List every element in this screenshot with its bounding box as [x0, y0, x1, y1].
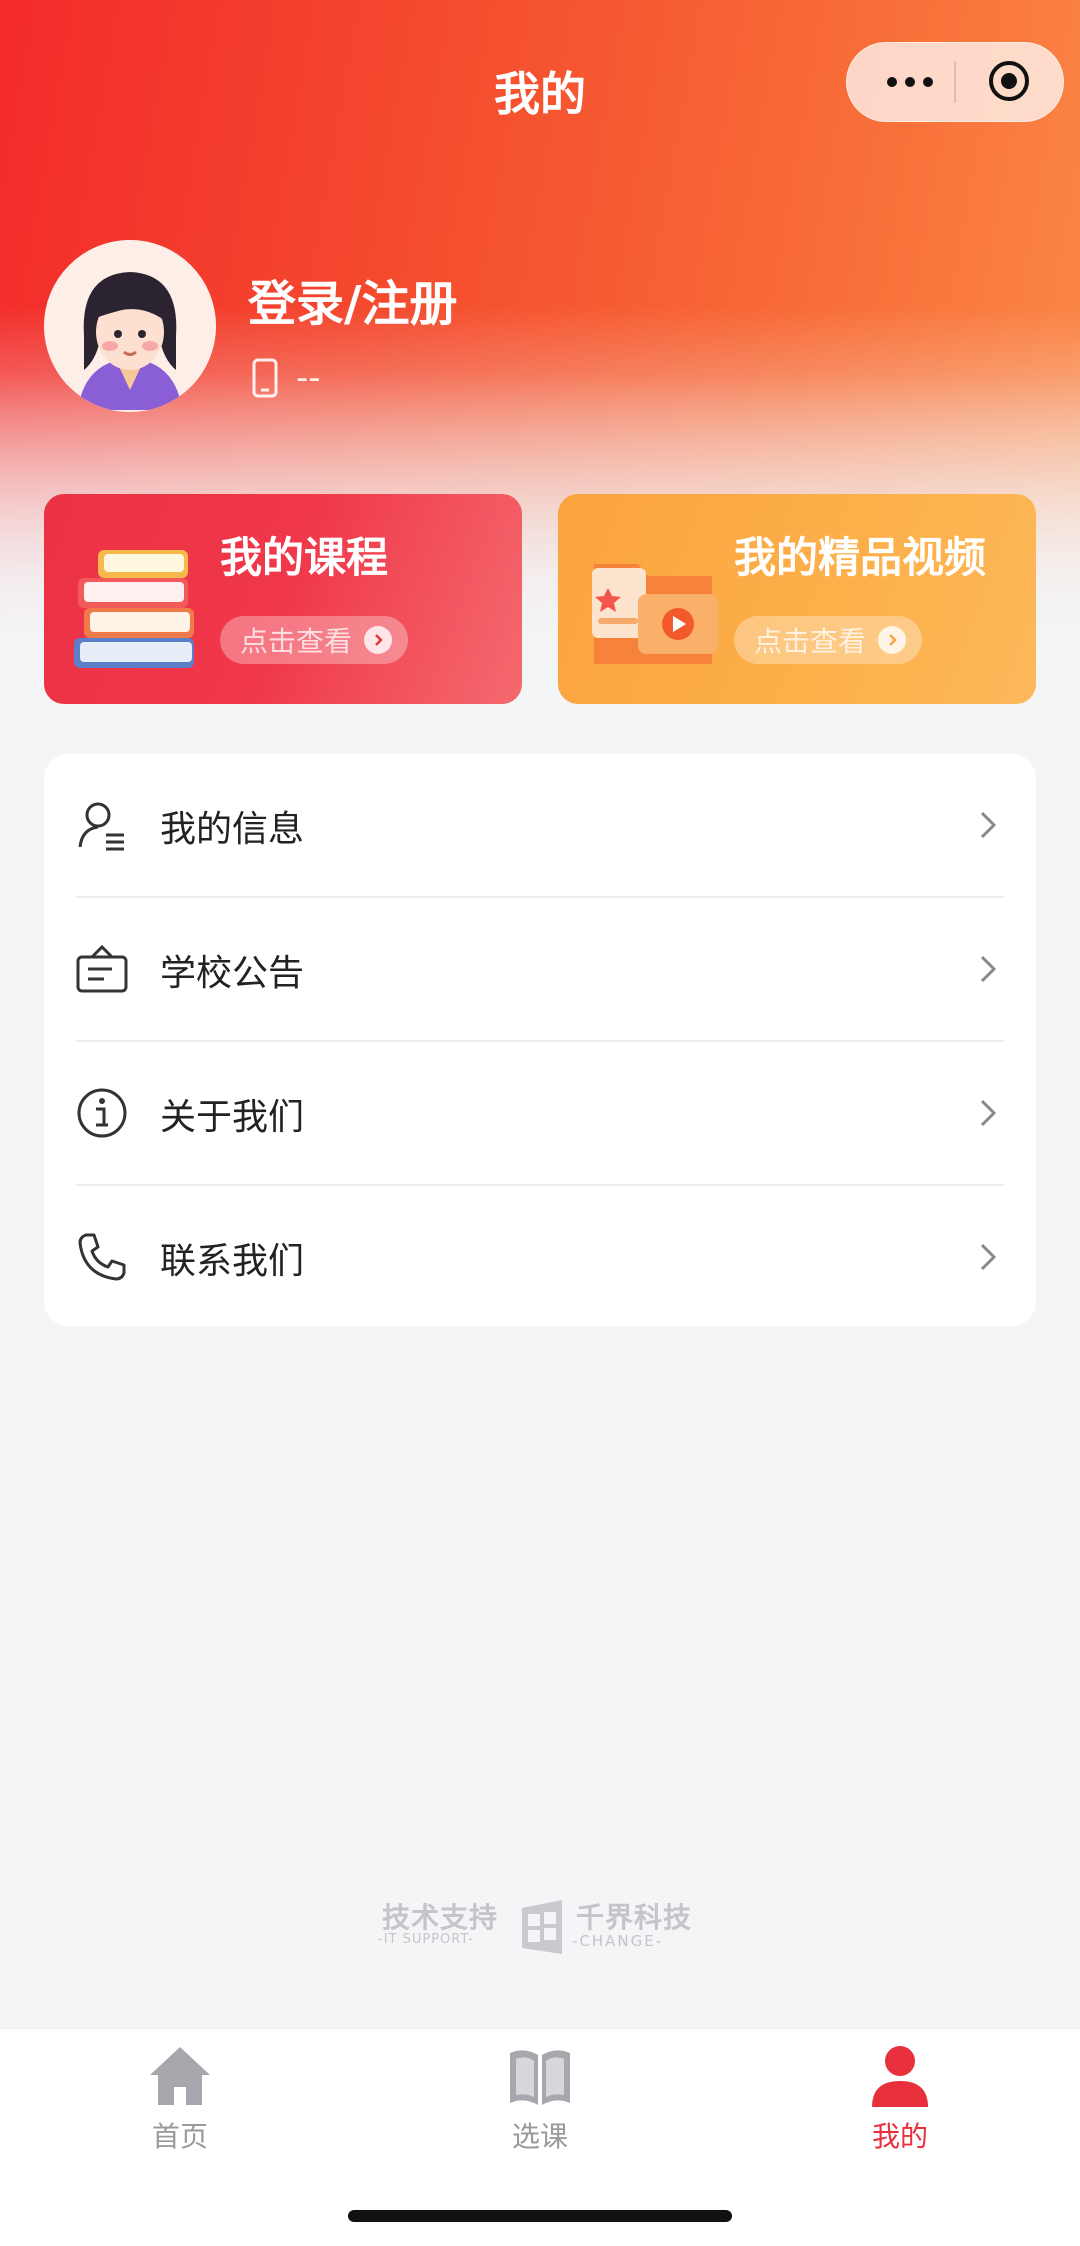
- menu-list: 我的信息 学校公告 关于我们 联系我们: [44, 754, 1036, 1326]
- tab-mine[interactable]: 我的: [800, 2029, 1000, 2169]
- button-label: 点击查看: [754, 625, 867, 658]
- home-icon: [150, 2047, 210, 2105]
- phone-call-icon: [78, 1233, 126, 1281]
- tab-home[interactable]: 首页: [80, 2029, 280, 2169]
- menu-item-label: 联系我们: [160, 1240, 305, 1282]
- menu-item-contact-us[interactable]: 联系我们: [44, 1186, 1036, 1329]
- info-icon: [77, 1088, 127, 1138]
- phone-icon: [252, 358, 278, 398]
- company-logo-icon: [522, 1900, 562, 1954]
- tab-label: 首页: [151, 2120, 208, 2153]
- company-name-en: -CHANGE-: [572, 1932, 664, 1950]
- phone-value: --: [296, 358, 321, 398]
- more-dots-icon[interactable]: [875, 43, 945, 121]
- menu-item-school-notice[interactable]: 学校公告: [44, 898, 1036, 1041]
- user-icon: [872, 2046, 928, 2107]
- my-premium-videos-card[interactable]: 我的精品视频 点击查看: [558, 494, 1036, 704]
- tech-support-logo: 技术支持 -IT SUPPORT- 千界科技 -CHANGE-: [378, 1896, 708, 1958]
- capsule-divider: [954, 61, 956, 103]
- login-register-link[interactable]: 登录/注册: [248, 264, 458, 334]
- card-title: 我的精品视频: [734, 533, 987, 582]
- mini-program-capsule: [846, 42, 1064, 122]
- tab-label: 我的: [871, 2120, 928, 2153]
- video-folder-icon: [592, 564, 718, 664]
- arrow-right-icon: [364, 626, 393, 654]
- button-label: 点击查看: [240, 625, 353, 658]
- menu-item-about-us[interactable]: 关于我们: [44, 1042, 1036, 1185]
- menu-item-label: 我的信息: [160, 808, 305, 850]
- menu-item-my-info[interactable]: 我的信息: [44, 754, 1036, 897]
- avatar-illustration: [44, 240, 216, 412]
- view-courses-button[interactable]: 点击查看: [220, 616, 409, 664]
- books-icon: [74, 550, 194, 668]
- tab-label: 选课: [511, 2120, 568, 2153]
- avatar[interactable]: [44, 240, 216, 412]
- target-icon[interactable]: [987, 59, 1031, 103]
- tech-support-label: 技术支持: [382, 1901, 499, 1934]
- company-name: 千界科技: [576, 1901, 693, 1934]
- phone-row: --: [252, 358, 321, 398]
- home-indicator: [348, 2210, 732, 2222]
- chevron-right-icon: [980, 811, 997, 839]
- menu-item-label: 学校公告: [160, 952, 305, 994]
- arrow-right-icon: [878, 626, 907, 654]
- notice-board-icon: [76, 944, 128, 993]
- menu-item-label: 关于我们: [160, 1096, 305, 1138]
- card-title: 我的课程: [220, 533, 389, 582]
- chevron-right-icon: [980, 1243, 997, 1271]
- tech-support-en: -IT SUPPORT-: [378, 1932, 474, 1947]
- tab-course-selection[interactable]: 选课: [440, 2029, 640, 2169]
- book-open-icon: [510, 2050, 570, 2105]
- chevron-right-icon: [980, 1099, 997, 1127]
- my-courses-card[interactable]: 我的课程 点击查看: [44, 494, 522, 704]
- view-videos-button[interactable]: 点击查看: [734, 616, 923, 664]
- chevron-right-icon: [980, 955, 997, 983]
- user-info-icon: [78, 802, 124, 851]
